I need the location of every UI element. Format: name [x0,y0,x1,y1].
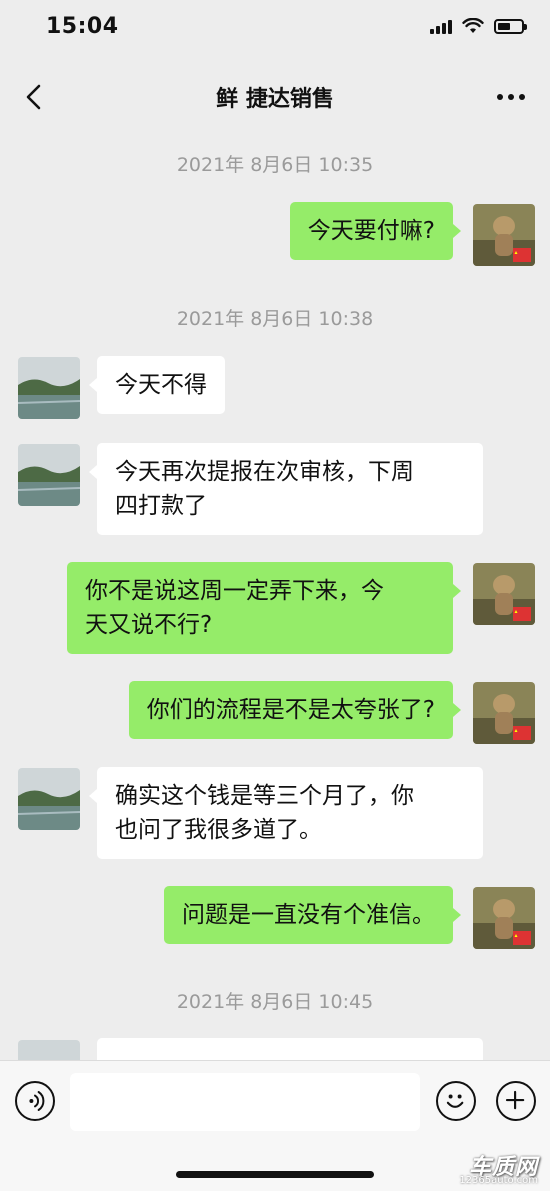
watermark-sub-text: 12365auto.com [459,1175,538,1186]
plus-icon[interactable] [496,1081,536,1121]
battery-level [498,22,511,30]
input-bar: 车质网 12365auto.com [0,1060,550,1191]
contact-avatar[interactable] [18,444,80,506]
watermark-logo: 车质网 12365auto.com [452,1149,542,1189]
message-line: 今天再次提报在次审核，下周 [115,459,414,485]
contact-avatar[interactable] [18,357,80,419]
battery-icon [494,18,527,34]
message-line: 确实这个钱是等三个月了，你 [115,783,414,809]
incoming-message[interactable]: 今天再次提报在次审核，下周 四打款了 [89,443,483,535]
status-bar: 15:04 [0,0,550,62]
message-line: 你不是说这周一定弄下来，今 [85,578,384,604]
status-time: 15:04 [46,14,119,39]
incoming-message-partial[interactable] [97,1038,483,1060]
outgoing-message[interactable]: 你不是说这周一定弄下来，今 天又说不行? [67,562,461,654]
my-avatar[interactable] [473,204,535,266]
outgoing-message[interactable]: 今天要付嘛? [289,202,462,260]
message-input[interactable] [70,1073,420,1131]
my-avatar[interactable] [473,887,535,949]
message-timestamp: 2021年 8月6日 10:35 [176,154,374,176]
message-timestamp: 2021年 8月6日 10:45 [176,991,374,1013]
my-avatar[interactable] [473,682,535,744]
message-line: 也问了我很多道了。 [115,817,322,843]
message-timestamp: 2021年 8月6日 10:38 [176,308,374,330]
incoming-message[interactable]: 确实这个钱是等三个月了，你 也问了我很多道了。 [89,767,483,859]
chat-area[interactable]: 2021年 8月6日 10:35 今天要付嘛? 2021年 8月6日 10:38… [0,132,550,1060]
outgoing-message[interactable]: 你们的流程是不是太夸张了? [128,681,462,739]
home-indicator [176,1171,374,1178]
my-avatar[interactable] [473,563,535,625]
voice-icon[interactable] [15,1081,55,1121]
message-line: 四打款了 [115,493,207,519]
chat-title: 鲜 捷达销售 [216,87,334,112]
more-dots-icon[interactable] [494,82,528,112]
outgoing-message[interactable]: 问题是一直没有个准信。 [164,886,461,944]
wifi-icon [462,18,484,33]
message-line: 天又说不行? [85,612,213,638]
status-icons [430,18,527,34]
nav-bar: 鲜 捷达销售 [0,62,550,132]
emoji-icon[interactable] [436,1081,476,1121]
chevron-left-icon[interactable] [18,80,52,114]
contact-avatar[interactable] [18,768,80,830]
incoming-message[interactable]: 今天不得 [89,356,225,414]
cellular-signal-icon [430,18,452,34]
contact-avatar[interactable] [18,1040,80,1060]
